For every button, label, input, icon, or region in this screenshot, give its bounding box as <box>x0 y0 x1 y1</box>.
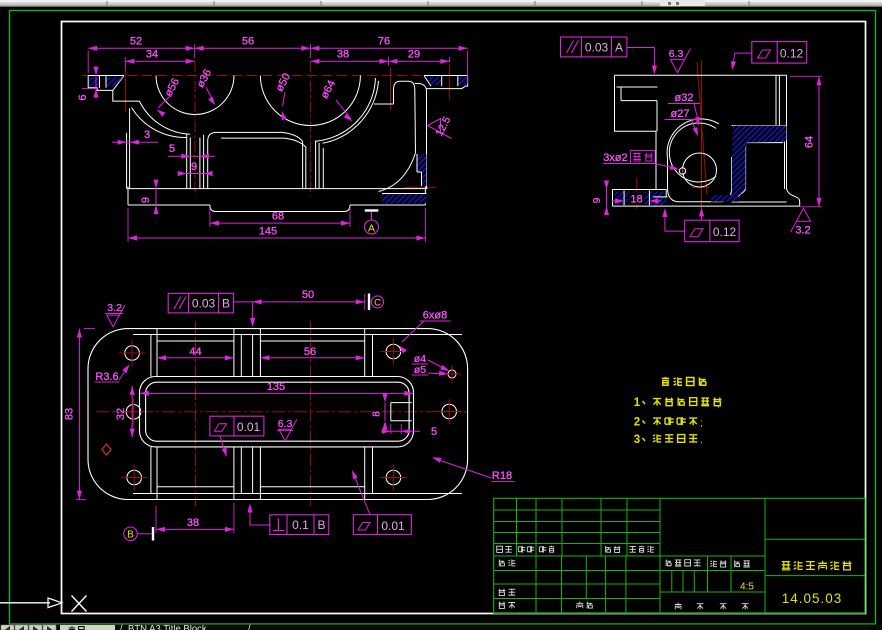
svg-text:0.03: 0.03 <box>192 297 216 311</box>
svg-text:29: 29 <box>408 49 420 61</box>
svg-text:38: 38 <box>187 517 199 529</box>
svg-text:6: 6 <box>77 94 89 100</box>
svg-text:145: 145 <box>259 226 277 238</box>
svg-text:BTN A3 Title Block: BTN A3 Title Block <box>128 624 207 630</box>
svg-text:A: A <box>615 41 623 55</box>
svg-text:0.12: 0.12 <box>780 47 804 61</box>
svg-text:76: 76 <box>378 36 390 48</box>
svg-text:0.01: 0.01 <box>237 420 261 434</box>
svg-text:ø27: ø27 <box>671 108 690 120</box>
svg-text:44: 44 <box>189 346 201 358</box>
svg-text:ø32: ø32 <box>675 92 694 104</box>
svg-text:R3.6: R3.6 <box>95 371 118 383</box>
svg-text:6.3: 6.3 <box>278 418 293 430</box>
svg-text:;: ; <box>700 418 703 429</box>
svg-text:3.2: 3.2 <box>107 302 122 314</box>
svg-text:0.1: 0.1 <box>292 518 309 532</box>
svg-text:B: B <box>317 518 325 532</box>
svg-text:B: B <box>222 297 230 311</box>
svg-text:B: B <box>127 530 134 541</box>
svg-text:3.2: 3.2 <box>795 225 810 237</box>
svg-text:0.03: 0.03 <box>585 41 609 55</box>
svg-text:6.3: 6.3 <box>669 48 684 60</box>
svg-text:3: 3 <box>144 129 150 141</box>
svg-text:9: 9 <box>191 161 197 173</box>
svg-text:A: A <box>368 222 375 234</box>
svg-text:83: 83 <box>64 408 76 420</box>
svg-text:6xø8: 6xø8 <box>423 310 447 322</box>
svg-text:38: 38 <box>337 49 349 61</box>
svg-text:9: 9 <box>591 197 603 203</box>
svg-text:R18: R18 <box>492 470 512 482</box>
svg-text:68: 68 <box>272 211 284 223</box>
svg-text:52: 52 <box>130 36 142 48</box>
svg-text:4:5: 4:5 <box>740 582 754 593</box>
svg-text:ø5: ø5 <box>414 364 426 376</box>
svg-text:3xø2: 3xø2 <box>603 152 627 164</box>
svg-text:14.05.03: 14.05.03 <box>782 591 843 606</box>
svg-text:3: 3 <box>634 434 640 446</box>
svg-text:1: 1 <box>634 397 641 409</box>
svg-text:56: 56 <box>242 36 254 48</box>
svg-text:;: ; <box>717 399 720 410</box>
svg-text:18: 18 <box>630 193 642 205</box>
svg-text:0.01: 0.01 <box>381 519 405 533</box>
svg-text:2: 2 <box>634 417 640 429</box>
svg-text:34: 34 <box>146 49 158 61</box>
svg-text:135: 135 <box>267 381 285 393</box>
svg-text:.: . <box>700 434 703 446</box>
svg-text:8: 8 <box>372 411 383 417</box>
svg-text:5: 5 <box>169 143 175 155</box>
svg-text:56: 56 <box>304 346 316 358</box>
svg-text:C: C <box>374 298 381 309</box>
svg-text:0.12: 0.12 <box>713 225 737 239</box>
svg-text:9: 9 <box>140 197 152 203</box>
svg-text:5: 5 <box>431 426 437 438</box>
svg-text:32: 32 <box>115 408 127 420</box>
svg-text:64: 64 <box>804 136 816 148</box>
svg-text:50: 50 <box>302 289 314 301</box>
